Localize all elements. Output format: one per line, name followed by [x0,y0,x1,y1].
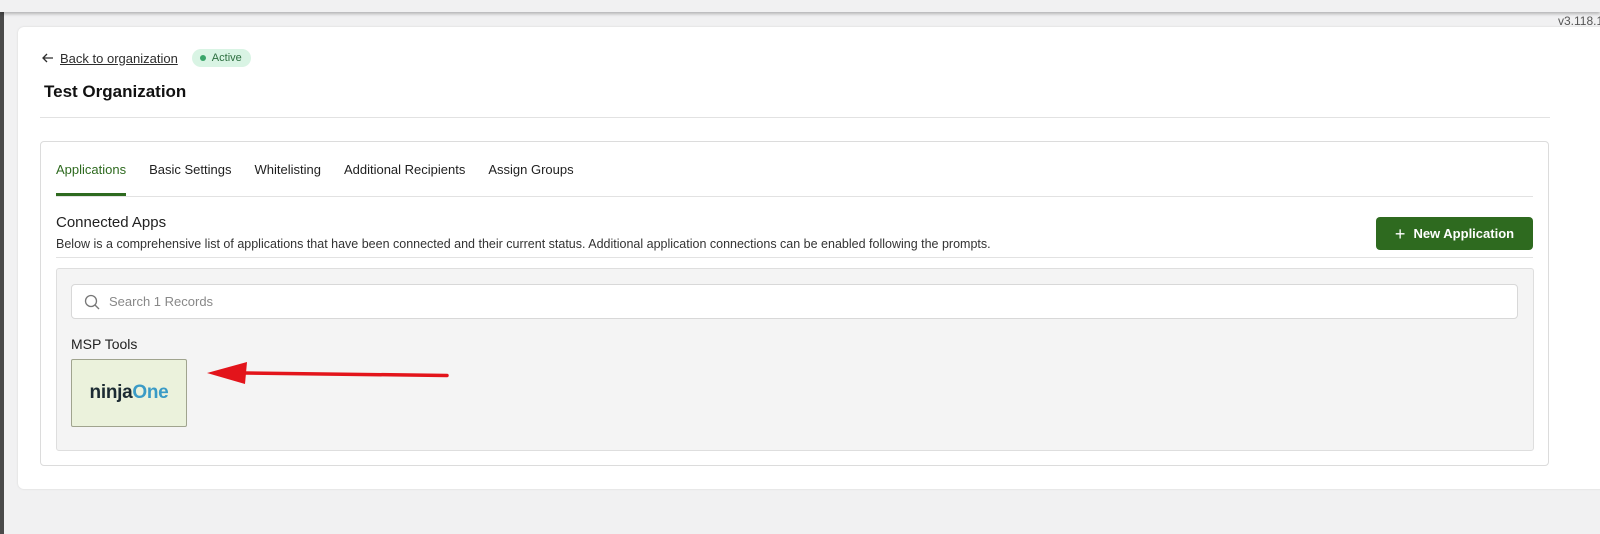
plus-icon: + [1394,223,1406,244]
section-description: Below is a comprehensive list of applica… [56,237,991,251]
tab-assign-groups[interactable]: Assign Groups [488,157,573,196]
arrow-left-icon [42,53,53,63]
status-badge: Active [191,49,251,67]
tab-applications[interactable]: Applications [56,157,127,196]
tab-basic-settings[interactable]: Basic Settings [149,157,231,196]
status-label: Active [211,52,242,64]
group-title-msp-tools: MSP Tools [71,336,138,352]
app-tile-ninjaone[interactable]: ninjaOne [71,359,187,427]
section-title: Connected Apps [56,214,167,231]
window-top-edge [0,0,1600,12]
tab-whitelisting[interactable]: Whitelisting [254,157,320,196]
search-input[interactable] [109,294,1517,309]
status-dot-icon [199,55,206,61]
version-label: v3.118.1 [1558,14,1600,28]
section-divider [56,257,1533,258]
red-arrow-annotation-icon [207,362,449,384]
back-link-label: Back to organization [60,50,178,66]
search-box[interactable] [71,284,1518,319]
new-application-label: New Application [1413,226,1515,241]
page-title: Test Organization [44,82,187,101]
tab-additional-recipients[interactable]: Additional Recipients [344,157,465,196]
logo-text-one: One [132,382,169,403]
breadcrumb: Back to organization Active [42,48,251,68]
back-to-organization-link[interactable]: Back to organization [42,51,178,66]
header-divider [40,117,1550,118]
window-left-edge [0,0,4,534]
new-application-button[interactable]: + New Application [1376,217,1533,250]
ninjaone-logo: ninjaOne [90,382,169,404]
tab-bar: Applications Basic Settings Whitelisting… [56,157,597,197]
logo-text-ninja: ninja [89,382,133,403]
tabs-divider [56,196,1533,197]
search-icon [84,294,100,309]
